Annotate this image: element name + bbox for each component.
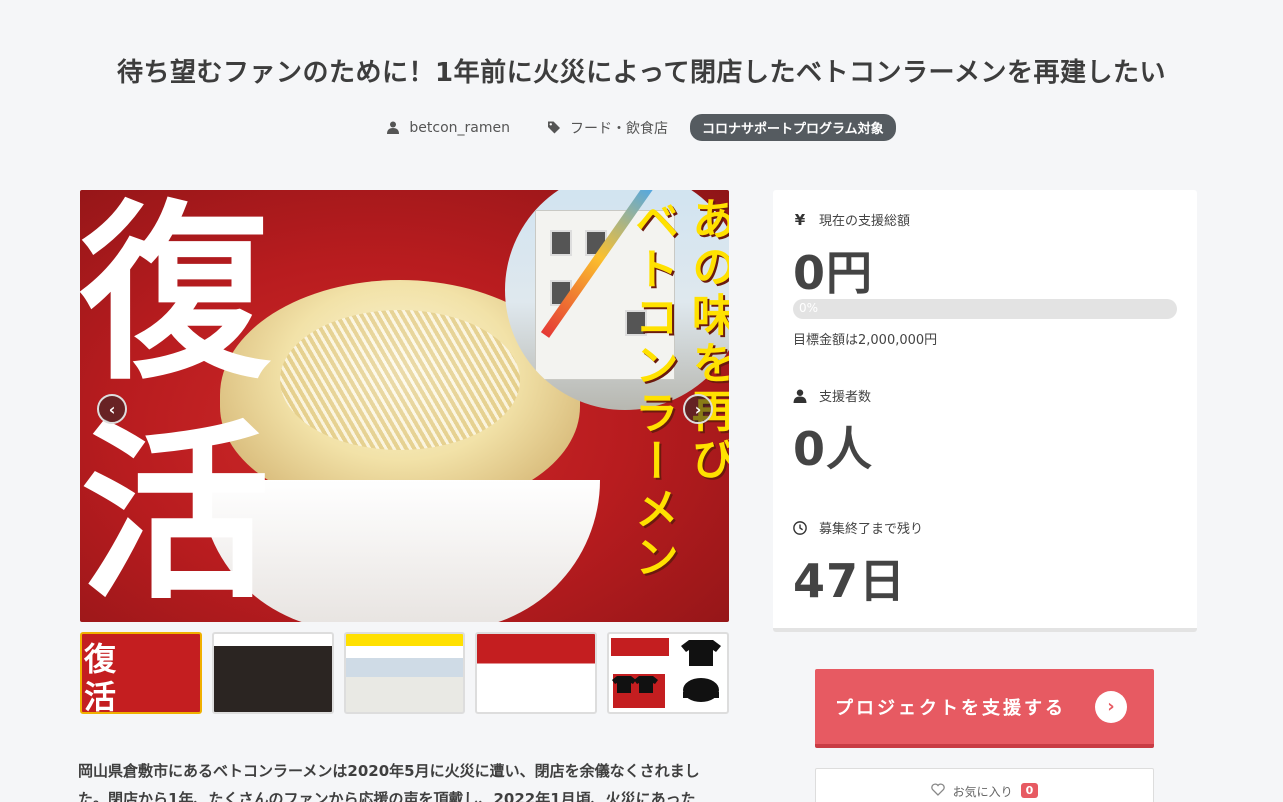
progress-label: 0% [799, 301, 819, 315]
main-image-slider[interactable]: 復 活 あの味を再び ベトコンラーメン ‹ › [80, 190, 729, 622]
thumb-char-2: 活 [84, 678, 117, 714]
funding-stats-panel: ¥ 現在の支援総額 0円 0% 目標金額は2,000,000円 支援者数 0人 … [773, 190, 1197, 632]
yen-icon: ¥ [794, 210, 806, 229]
project-meta: betcon_ramen フード・飲食店 コロナサポートプログラム対象 [0, 114, 1283, 141]
category-name: フード・飲食店 [569, 120, 668, 137]
thumbnail-3[interactable] [343, 632, 466, 714]
thumbnail-2[interactable] [211, 632, 334, 714]
slider-next-button[interactable]: › [683, 394, 713, 424]
remaining-value: 47日 [793, 554, 907, 608]
chevron-right-circle-icon: › [1095, 690, 1127, 723]
owner-link[interactable]: betcon_ramen [387, 120, 510, 136]
hero-char-2: 活 [80, 404, 271, 622]
hero-char-1: 復 [80, 190, 271, 405]
owner-name: betcon_ramen [409, 119, 510, 136]
support-button-label: プロジェクトを支援する [835, 697, 1066, 719]
clock-icon [793, 520, 807, 535]
merch-thumbnail-art [611, 638, 722, 708]
thumbnail-strip: 復 活 [80, 632, 729, 714]
backers-stat: 支援者数 0人 [793, 386, 873, 479]
support-project-button[interactable]: プロジェクトを支援する › [815, 669, 1154, 748]
amount-stat: ¥ 現在の支援総額 0円 [793, 210, 910, 303]
amount-value: 0円 [793, 246, 874, 300]
thumbnail-1[interactable]: 復 活 [80, 632, 202, 714]
category-link[interactable]: フード・飲食店 [547, 118, 668, 138]
heart-icon [930, 783, 945, 796]
thumbnail-4[interactable] [475, 632, 598, 714]
description-line-1: 岡山県倉敷市にあるベトコンラーメンは2020年5月に火災に遭い、閉店を余儀なくさ… [78, 762, 700, 780]
user-icon [387, 121, 400, 134]
favorite-label: お気に入り [952, 785, 1013, 799]
thumbnail-5[interactable] [607, 632, 729, 714]
remaining-stat: 募集終了まで残り 47日 [793, 518, 923, 611]
program-badge: コロナサポートプログラム対象 [689, 114, 896, 141]
user-icon [793, 389, 807, 403]
remaining-label: 募集終了まで残り [819, 522, 924, 537]
hero-vertical-text-1: あの味を再び [684, 196, 729, 484]
funding-progress-bar: 0% [793, 299, 1177, 319]
amount-label: 現在の支援総額 [819, 214, 911, 229]
favorite-count: 0 [1020, 783, 1039, 798]
tag-icon [547, 121, 560, 134]
backers-value: 0人 [793, 422, 874, 476]
goal-amount: 目標金額は2,000,000円 [793, 333, 938, 348]
project-description: 岡山県倉敷市にあるベトコンラーメンは2020年5月に火災に遭い、閉店を余儀なくさ… [78, 757, 733, 802]
hero-vertical-text-2: ベトコンラーメン [627, 198, 678, 582]
project-title: 待ち望むファンのために！1年前に火災によって閉店したベトコンラーメンを再建したい [117, 58, 1166, 88]
favorite-button[interactable]: お気に入り 0 [815, 768, 1154, 802]
backers-label: 支援者数 [819, 390, 872, 405]
slider-prev-button[interactable]: ‹ [97, 394, 127, 424]
description-line-2: た。閉店から1年、たくさんのファンから応援の声を頂戴し、2022年1月頃、火災に… [78, 790, 696, 802]
